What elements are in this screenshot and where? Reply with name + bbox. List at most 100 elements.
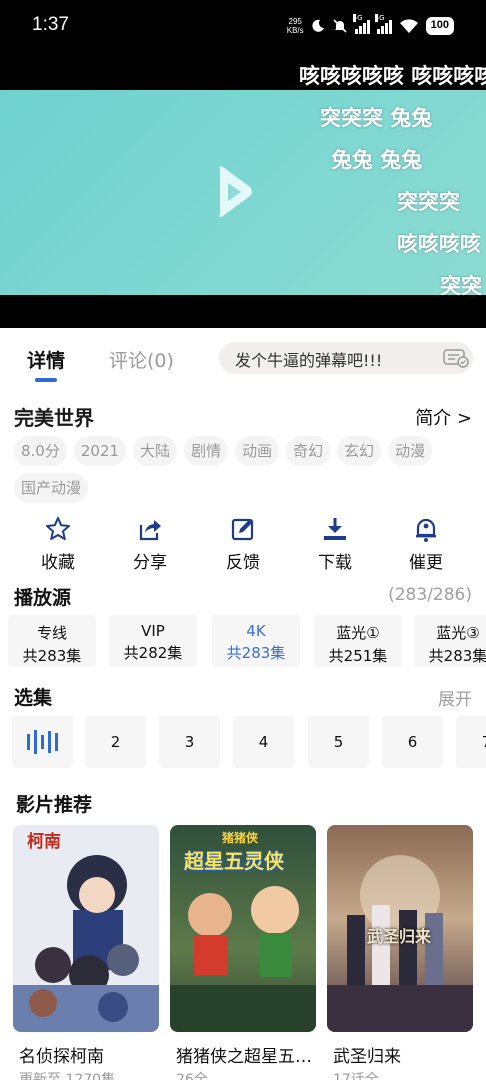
episode-list: 2 3 4 5 6 7 xyxy=(12,716,486,768)
net-speed-unit: KB/s xyxy=(286,26,304,35)
poster-image[interactable]: 柯南 xyxy=(13,825,159,1032)
recommend-name: 名侦探柯南 xyxy=(19,1047,104,1067)
source-episodes: 共282集 xyxy=(123,644,183,662)
status-icons: 295 KB/s 5G 5G 100 xyxy=(287,14,454,38)
episode-item[interactable]: 6 xyxy=(382,716,443,768)
wifi-icon xyxy=(399,19,418,33)
mute-bell-icon xyxy=(333,19,347,33)
source-episodes: 共283集 xyxy=(226,644,286,662)
recommend-sub: 26全 xyxy=(176,1072,208,1080)
recommend-sub: 17话全 xyxy=(333,1072,379,1080)
download-label: 下载 xyxy=(318,553,352,573)
tab-comments[interactable]: 评论(0) xyxy=(109,346,174,373)
tag-chip[interactable]: 动画 xyxy=(235,436,280,466)
play-logo-icon[interactable] xyxy=(214,163,254,221)
intro-link[interactable]: 简介 > xyxy=(415,404,472,430)
status-time: 1:37 xyxy=(32,14,69,35)
poster-image[interactable]: 武圣归来 xyxy=(327,825,473,1032)
tag-chip[interactable]: 剧情 xyxy=(184,436,229,466)
episode-item[interactable]: 7 xyxy=(456,716,486,768)
source-episodes: 共283集 xyxy=(22,647,82,665)
action-bar: 收藏 分享 反馈 下载 催更 xyxy=(14,516,472,578)
source-name: 专线 xyxy=(36,624,67,642)
poster-logo: 柯南 xyxy=(27,832,61,852)
recommend-card[interactable]: 猪猪侠 超星五灵侠 猪猪侠之超星五灵侠 26全 xyxy=(170,825,316,1080)
net-speed-value: 295 xyxy=(288,17,302,26)
status-bar: 1:37 295 KB/s 5G 5G 100 xyxy=(0,0,486,54)
source-episodes: 共283集 xyxy=(428,647,486,665)
battery-icon: 100 xyxy=(425,17,454,35)
tag-chip[interactable]: 奇幻 xyxy=(286,436,331,466)
tag-chip[interactable]: 大陆 xyxy=(133,436,178,466)
star-icon xyxy=(46,517,70,540)
recommend-card[interactable]: 武圣归来 武圣归来 17话全 xyxy=(327,825,473,1080)
recommend-name: 猪猪侠之超星五灵侠 xyxy=(176,1047,316,1067)
source-item[interactable]: VIP 共282集 xyxy=(109,615,197,667)
episode-item[interactable]: 3 xyxy=(159,716,220,768)
video-bottom-band[interactable] xyxy=(0,295,486,328)
share-button[interactable]: 分享 xyxy=(118,516,182,573)
share-label: 分享 xyxy=(133,553,167,573)
download-button[interactable]: 下载 xyxy=(303,516,367,573)
poster-logo-top: 猪猪侠 xyxy=(222,831,259,845)
source-name: VIP xyxy=(141,622,165,640)
poster-logo: 武圣归来 xyxy=(367,927,432,946)
download-icon xyxy=(324,518,346,540)
danmaku-text: 突突 xyxy=(440,274,482,298)
poster-image[interactable]: 猪猪侠 超星五灵侠 xyxy=(170,825,316,1032)
source-title: 播放源 xyxy=(14,587,72,609)
signal-icon: 5G xyxy=(374,14,392,34)
source-name: 4K xyxy=(246,622,266,640)
playing-bars-icon xyxy=(12,716,73,768)
source-name: 蓝光③ xyxy=(436,624,480,642)
danmaku-input[interactable]: 发个牛逼的弹幕吧!!! xyxy=(219,342,473,374)
source-item[interactable]: 专线共283集 xyxy=(8,615,96,667)
danmaku-text: 咳咳咳咳 xyxy=(397,232,481,256)
tag-chip[interactable]: 2021 xyxy=(73,436,127,466)
feedback-label: 反馈 xyxy=(226,553,260,573)
danmaku-settings-icon[interactable] xyxy=(443,348,469,368)
urge-update-label: 催更 xyxy=(409,553,443,573)
signal-label: 5G xyxy=(352,14,363,22)
tag-chip[interactable]: 动漫 xyxy=(388,436,433,466)
urge-update-button[interactable]: 催更 xyxy=(394,516,458,573)
feedback-button[interactable]: 反馈 xyxy=(211,516,275,573)
tag-chip[interactable]: 8.0分 xyxy=(14,436,67,466)
poster-logo: 超星五灵侠 xyxy=(184,849,284,873)
tag-chip[interactable]: 国产动漫 xyxy=(14,473,89,503)
recommend-list: 柯南 名侦探柯南 更新至 1270集 猪猪侠 超星五灵侠 猪猪侠之超星五灵侠 2… xyxy=(13,825,486,1080)
recommend-sub: 更新至 1270集 xyxy=(19,1072,116,1080)
source-item-active[interactable]: 4K 共283集 xyxy=(212,615,300,667)
poster-art xyxy=(13,825,159,1032)
recommend-title: 影片推荐 xyxy=(16,794,93,816)
danmaku-placeholder: 发个牛逼的弹幕吧!!! xyxy=(235,351,383,370)
expand-link[interactable]: 展开 xyxy=(438,685,472,710)
moon-icon xyxy=(312,19,324,32)
source-name: 蓝光① xyxy=(336,624,380,642)
episode-item[interactable]: 4 xyxy=(233,716,294,768)
signal-label: 5G xyxy=(374,14,385,22)
recommend-card[interactable]: 柯南 名侦探柯南 更新至 1270集 xyxy=(13,825,159,1080)
show-title: 完美世界 xyxy=(14,406,94,430)
share-icon xyxy=(139,520,161,541)
danmaku-text: 咳咳咳咳咳 咳咳咳咳 xyxy=(299,64,486,88)
source-item[interactable]: 蓝光③ 共283集 xyxy=(414,615,486,667)
net-speed: 295 KB/s xyxy=(287,17,304,35)
tab-details[interactable]: 详情 xyxy=(27,346,65,373)
active-tab-indicator xyxy=(35,378,57,382)
bell-icon xyxy=(416,518,436,542)
episode-item[interactable]: 2 xyxy=(85,716,146,768)
source-item[interactable]: 蓝光① 共251集 xyxy=(314,615,402,667)
danmaku-text: 兔兔 兔兔 xyxy=(331,148,423,172)
episodes-title: 选集 xyxy=(14,687,53,709)
favorite-button[interactable]: 收藏 xyxy=(26,516,90,573)
source-count: (283/286) xyxy=(388,585,472,605)
episode-item[interactable]: 5 xyxy=(308,716,369,768)
source-episodes: 共251集 xyxy=(328,647,388,665)
recommend-name: 武圣归来 xyxy=(333,1047,401,1067)
favorite-label: 收藏 xyxy=(41,553,75,573)
tag-chip[interactable]: 玄幻 xyxy=(337,436,382,466)
episode-playing[interactable] xyxy=(12,716,73,768)
source-list: 专线共283集 VIP 共282集 4K 共283集 蓝光① 共251集 蓝光③ 共28… xyxy=(8,615,486,667)
detail-tabs: 详情 评论(0) 发个牛逼的弹幕吧!!! xyxy=(0,340,486,386)
